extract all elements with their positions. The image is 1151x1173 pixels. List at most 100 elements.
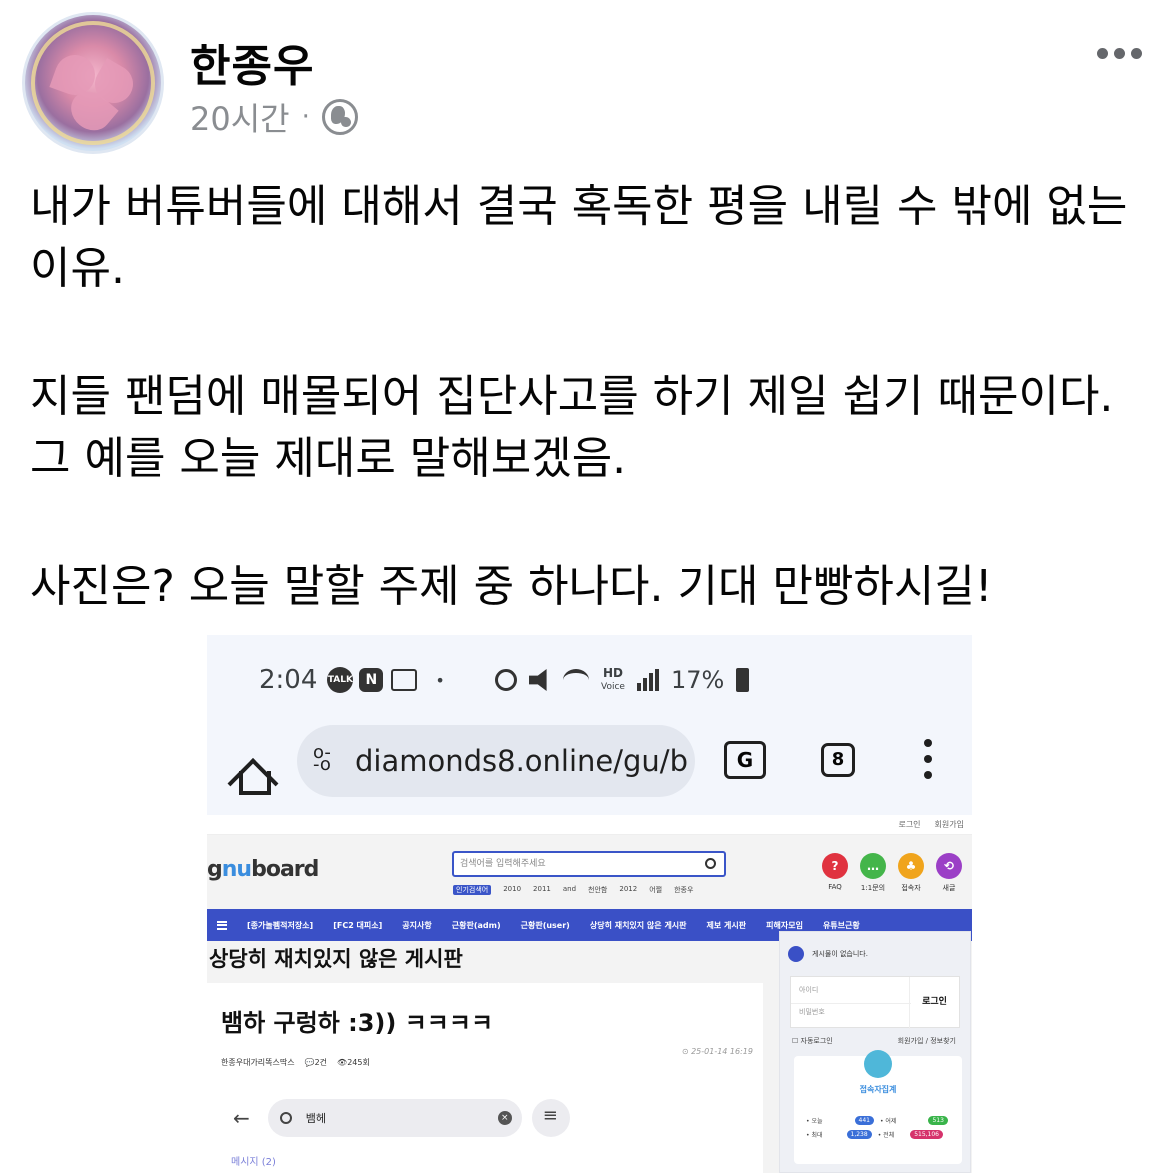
visitor-title: 접속자집계 <box>859 1085 897 1094</box>
popular-word[interactable]: 2010 <box>503 885 521 895</box>
post-meta: 20시간 · <box>190 94 358 140</box>
globe-icon <box>321 99 358 135</box>
visitor-stats: 접속자집계 • 오늘 441 • 어제 513 • 최대 1,238 • 전체 … <box>794 1050 962 1164</box>
megaphone-icon <box>788 946 804 962</box>
meta-separator: · <box>301 102 310 132</box>
alarm-icon <box>495 669 517 691</box>
home-icon[interactable] <box>233 755 271 795</box>
nav-item[interactable]: [종가놀펨적저장소] <box>247 920 313 931</box>
website: 로그인 회원가입 gnuboard 검색어를 입력해주세요 인기검색어 2010… <box>207 815 972 1173</box>
status-dot: • <box>435 670 445 690</box>
site-content: 상당히 재치있지 않은 게시판 뱀하 구렁하 :3)) ㅋㅋㅋㅋ 한종우대가리똑… <box>207 931 972 1173</box>
login-button[interactable]: 로그인 <box>909 977 959 1029</box>
password-field[interactable]: 비밀번호 <box>799 1007 825 1017</box>
hd-label: HD <box>602 666 623 680</box>
hd-voice-icon: HD Voice <box>601 667 625 693</box>
back-arrow-icon[interactable]: ← <box>233 1106 250 1130</box>
yesterday-count: 513 <box>928 1116 948 1125</box>
popular-word[interactable]: 2012 <box>619 885 637 895</box>
popular-word[interactable]: and <box>563 885 576 895</box>
site-sidebar: 게시물이 없습니다. 아이디 비밀번호 로그인 ☐ 자동로그인 회원가입 / 정… <box>779 931 971 1173</box>
visitors-icon: ♣ <box>898 853 924 879</box>
notice-box: 게시물이 없습니다. <box>788 946 868 962</box>
popular-word[interactable]: 어쩔 <box>649 885 662 895</box>
id-field[interactable]: 아이디 <box>799 985 818 995</box>
more-options-icon[interactable] <box>1097 48 1142 59</box>
translate-icon[interactable]: G <box>724 741 766 779</box>
comment-icon: 💬2건 <box>304 1058 328 1067</box>
chat-icon: … <box>860 853 886 879</box>
board-title: 상당히 재치있지 않은 게시판 <box>209 947 463 971</box>
site-settings-icon[interactable] <box>313 742 341 775</box>
post-paragraph: 사진은? 오늘 말할 주제 중 하나다. 기대 만빵하시길! <box>30 561 993 612</box>
popular-word[interactable]: 천안함 <box>588 885 607 895</box>
total-count: 515,106 <box>910 1130 943 1139</box>
status-time: 2:04 <box>259 665 318 695</box>
talk-icon: TALK <box>327 667 354 693</box>
naver-icon: N <box>359 668 384 692</box>
site-header: gnuboard 검색어를 입력해주세요 인기검색어 2010 2011 and… <box>207 835 972 909</box>
tabs-button[interactable]: 8 <box>821 743 855 777</box>
site-logo[interactable]: gnuboard <box>207 857 319 882</box>
nav-item[interactable]: 제보 게시판 <box>707 920 747 931</box>
today-count: 441 <box>854 1116 874 1125</box>
join-link[interactable]: 회원가입 <box>898 1037 924 1045</box>
new-posts-button[interactable]: ⟲ 새글 <box>935 853 963 893</box>
article-date: ⊙ 25-01-14 16:19 <box>681 1047 753 1056</box>
nav-item[interactable]: 상당히 재치있지 않은 게시판 <box>590 920 687 931</box>
auto-login-checkbox[interactable]: ☐ 자동로그인 <box>792 1036 833 1046</box>
join-link[interactable]: 회원가입 <box>935 815 964 834</box>
embedded-search-bar: ← 뱀헤 × <box>233 1099 570 1137</box>
embedded-search-input[interactable]: 뱀헤 × <box>267 1099 522 1137</box>
popular-word[interactable]: 2011 <box>533 885 551 895</box>
post-paragraph: 지들 팬덤에 매몰되어 집단사고를 하기 제일 쉽기 때문이다. 그 예를 오늘… <box>30 371 1114 484</box>
filter-icon[interactable] <box>531 1099 570 1137</box>
find-info-link[interactable]: 정보찾기 <box>930 1037 956 1045</box>
popular-word[interactable]: 한종우 <box>674 885 693 895</box>
attached-screenshot[interactable]: 2:04 TALK N • HD Voice 17% diamonds8.onli… <box>207 635 972 1173</box>
hamburger-icon[interactable] <box>217 920 227 930</box>
article-meta: 한종우대가리똑스딱스 💬2건 👁245회 <box>221 1057 370 1068</box>
browser-menu-icon[interactable] <box>923 739 933 779</box>
account-links: 회원가입 / 정보찾기 <box>897 1037 956 1045</box>
signal-icon <box>636 669 659 691</box>
search-icon <box>279 1112 292 1124</box>
nav-item[interactable]: 근황판(adm) <box>452 920 501 931</box>
url-bar[interactable]: diamonds8.online/gu/b <box>297 725 695 797</box>
popular-label: 인기검색어 <box>453 885 492 895</box>
article-author[interactable]: 한종우대가리똑스딱스 <box>221 1057 295 1068</box>
nav-item[interactable]: 유튜브근황 <box>823 920 860 931</box>
popular-keywords: 인기검색어 2010 2011 and 천안함 2012 어쩔 한종우 <box>453 885 693 895</box>
url-text: diamonds8.online/gu/b <box>355 744 688 778</box>
mute-icon <box>529 669 547 691</box>
gallery-icon <box>391 669 418 691</box>
visitor-row: • 오늘 441 • 어제 513 <box>806 1116 948 1125</box>
post-paragraph: 내가 버튜버들에 대해서 결국 혹독한 평을 내릴 수 밖에 없는 이유. <box>30 181 1128 294</box>
author-avatar[interactable] <box>22 12 164 154</box>
author-name[interactable]: 한종우 <box>190 30 314 94</box>
search-placeholder: 검색어를 입력해주세요 <box>460 859 546 869</box>
views-icon: 👁245회 <box>337 1058 370 1067</box>
site-search-input[interactable]: 검색어를 입력해주세요 <box>452 851 726 877</box>
search-icon[interactable] <box>705 858 716 869</box>
faq-button[interactable]: ? FAQ <box>821 853 849 893</box>
wifi-icon <box>563 669 589 691</box>
post-header: 한종우 20시간 · <box>22 12 1142 154</box>
inquiry-button[interactable]: … 1:1문의 <box>859 853 887 893</box>
login-link[interactable]: 로그인 <box>898 815 920 834</box>
battery-percent: 17% <box>670 666 725 694</box>
article-view: 뱀하 구렁하 :3)) ㅋㅋㅋㅋ 한종우대가리똑스딱스 💬2건 👁245회 ⊙ … <box>207 983 763 1173</box>
messages-tab[interactable]: 메시지 (2) <box>231 1153 276 1168</box>
post-time[interactable]: 20시간 <box>190 94 290 140</box>
clear-icon[interactable]: × <box>497 1111 512 1125</box>
voice-label: Voice <box>601 682 625 692</box>
nav-item[interactable]: 공지사항 <box>402 920 431 931</box>
nav-item[interactable]: 근황판(user) <box>521 920 570 931</box>
refresh-icon: ⟲ <box>936 853 962 879</box>
nav-item[interactable]: [FC2 대피소] <box>333 920 382 931</box>
post-text: 내가 버튜버들에 대해서 결국 혹독한 평을 내릴 수 밖에 없는 이유. 지들… <box>30 176 1130 684</box>
visitors-button[interactable]: ♣ 접속자 <box>897 853 925 893</box>
max-count: 1,238 <box>846 1130 872 1139</box>
nav-item[interactable]: 피해자모임 <box>766 920 803 931</box>
faq-icon: ? <box>822 853 848 879</box>
